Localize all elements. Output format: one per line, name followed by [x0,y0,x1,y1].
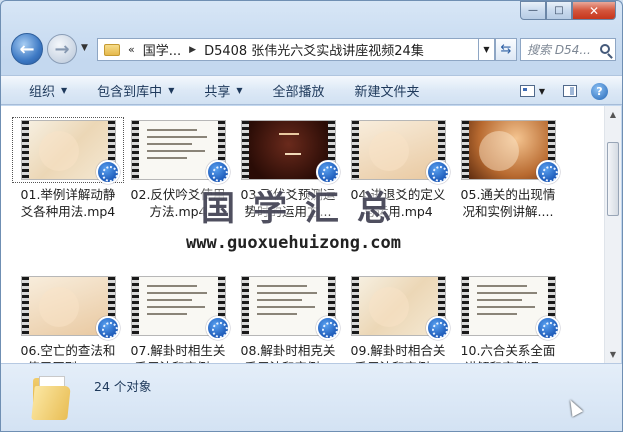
video-thumbnail [21,120,120,184]
file-item[interactable]: 10.六合关系全面讲解和实例运... [455,276,561,363]
organize-label: 组织 [29,84,56,100]
file-name-line: 10.六合关系全面 [460,343,556,358]
refresh-icon: ⇆ [500,42,512,57]
explorer-window: — □ ✕ ← → ▼ « 国学... ▶ D5408 张伟光六爻实战讲座视频2… [0,0,623,432]
new-folder-button[interactable]: 新建文件夹 [355,81,420,100]
forward-arrow-icon: → [54,38,70,60]
refresh-button[interactable]: ⇆ [495,38,517,61]
file-item[interactable]: 09.解卦时相合关系用法和实例... [345,276,451,363]
share-menu[interactable]: 共享 ▼ [204,81,242,100]
share-label: 共享 [204,84,231,100]
view-controls: ▼ ? [519,76,622,106]
address-bar[interactable]: « 国学... ▶ D5408 张伟光六爻实战讲座视频24集 [97,38,479,61]
file-name-line: 08.解卦时相克关 [240,343,336,358]
video-thumbnail [461,276,560,340]
file-item[interactable]: 06.空亡的查法和使用原则.mp4 [15,276,121,363]
file-name: 05.通关的出现情 况和实例讲解.... [455,186,561,220]
back-button[interactable]: ← [11,33,43,65]
view-options-chevron-icon[interactable]: ▼ [539,87,545,96]
file-item[interactable]: 08.解卦时相克关系用法和实例... [235,276,341,363]
chevron-down-icon: ▼ [483,45,490,54]
address-overflow[interactable]: « [128,43,135,56]
video-player-icon [536,316,560,340]
vertical-scrollbar[interactable]: ▲ ▼ [604,106,621,363]
help-icon[interactable]: ? [591,82,608,100]
folder-icon [104,43,120,56]
chevron-down-icon: ▼ [61,85,68,95]
chevron-down-icon: ▼ [81,43,88,53]
caption-buttons: — □ ✕ [520,1,616,20]
video-thumbnail [241,120,340,184]
video-player-icon [206,316,230,340]
organize-menu[interactable]: 组织 ▼ [29,81,67,100]
file-item[interactable]: 07.解卦时相生关系用法和实例... [125,276,231,363]
watermark-url: www.guoxuehuizong.com [186,233,401,253]
scroll-down-icon[interactable]: ▼ [605,346,621,363]
file-item[interactable]: 05.通关的出现情 况和实例讲解.... [455,120,561,220]
file-name: 09.解卦时相合关系用法和实例... [345,342,451,363]
chevron-down-icon: ▼ [168,85,175,95]
file-name: 07.解卦时相生关系用法和实例... [125,342,231,363]
file-name-line: 06.空亡的查法和 [20,343,116,358]
include-in-library-menu[interactable]: 包含到库中 ▼ [97,81,174,100]
include-label: 包含到库中 [97,84,163,100]
video-thumbnail [351,120,450,184]
recent-pages-button[interactable]: ▼ [81,43,88,53]
play-all-button[interactable]: 全部播放 [273,81,325,100]
file-name-line: 01.举例详解动静 [20,187,116,202]
file-name-line: 05.通关的出现情 [460,187,556,202]
navigation-bar: ← → ▼ « 国学... ▶ D5408 张伟光六爻实战讲座视频24集 ▼ ⇆… [9,33,616,67]
breadcrumb-current[interactable]: D5408 张伟光六爻实战讲座视频24集 [204,40,424,59]
video-player-icon [316,316,340,340]
file-name: 08.解卦时相克关系用法和实例... [235,342,341,363]
file-name-line: 09.解卦时相合关 [350,343,446,358]
file-name: 01.举例详解动静 爻各种用法.mp4 [15,186,121,220]
maximize-button[interactable]: □ [546,1,572,20]
chevron-down-icon: ▼ [236,85,243,95]
video-thumbnail [131,276,230,340]
breadcrumb-separator-icon[interactable]: ▶ [189,45,196,55]
file-name-line: 况和实例讲解.... [462,204,554,219]
search-placeholder: 搜索 D54... [527,43,591,57]
minimize-button[interactable]: — [520,1,546,20]
folder-icon [31,374,73,420]
watermark-title: 国学汇总 [201,189,409,229]
video-thumbnail [241,276,340,340]
new-folder-label: 新建文件夹 [354,84,420,100]
scroll-up-icon[interactable]: ▲ [605,106,621,123]
preview-pane-icon[interactable] [563,85,577,97]
search-icon[interactable] [600,44,610,54]
address-dropdown-button[interactable]: ▼ [479,38,495,61]
video-player-icon [426,316,450,340]
file-name-line: 07.解卦时相生关 [130,343,226,358]
video-thumbnail [131,120,230,184]
file-name: 06.空亡的查法和使用原则.mp4 [15,342,121,363]
search-input[interactable]: 搜索 D54... [520,38,616,61]
command-bar: 组织 ▼ 包含到库中 ▼ 共享 ▼ 全部播放 新建文件夹 ▼ ? [1,75,622,105]
video-player-icon [426,160,450,184]
video-player-icon [536,160,560,184]
forward-button[interactable]: → [47,34,77,64]
file-name-line: 爻各种用法.mp4 [20,204,116,219]
video-thumbnail [461,120,560,184]
details-pane: 24 个对象 [1,363,622,431]
scrollbar-thumb[interactable] [607,142,619,216]
back-arrow-icon: ← [19,38,35,60]
video-player-icon [96,316,120,340]
video-thumbnail [351,276,450,340]
play-all-label: 全部播放 [272,84,325,100]
file-item[interactable]: 01.举例详解动静 爻各种用法.mp4 [12,117,124,220]
change-view-icon[interactable] [519,85,535,97]
video-thumbnail [21,276,120,340]
item-count: 24 个对象 [94,379,152,394]
breadcrumb-item[interactable]: 国学... [143,40,181,59]
file-name: 10.六合关系全面讲解和实例运... [455,342,561,363]
video-player-icon [96,160,120,184]
close-button[interactable]: ✕ [572,1,616,20]
